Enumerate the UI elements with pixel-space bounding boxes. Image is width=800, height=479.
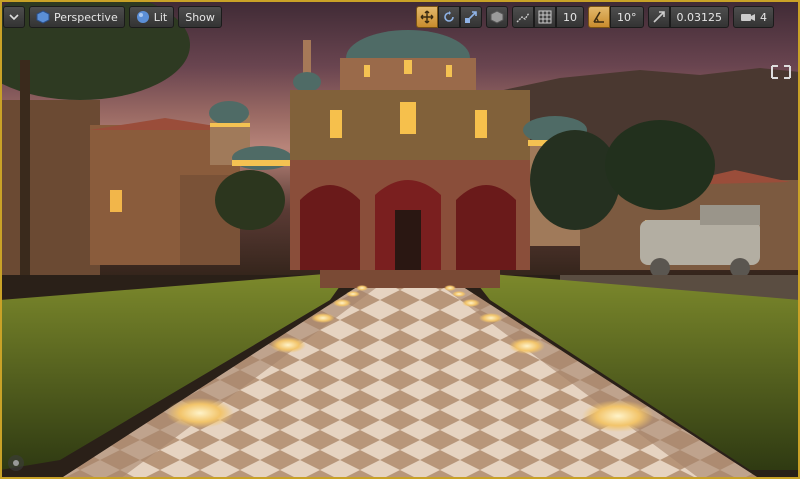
viewport-options-toolbar: Perspective Lit Show	[3, 6, 222, 28]
grid-snap-value[interactable]: 10	[556, 6, 584, 28]
viewport-menu-button[interactable]	[3, 6, 25, 28]
perspective-label: Perspective	[54, 10, 118, 24]
cube-icon	[36, 10, 50, 24]
lit-label: Lit	[153, 10, 168, 24]
transform-mode-group	[416, 6, 482, 28]
move-icon	[420, 10, 434, 24]
sphere-icon	[136, 10, 150, 24]
axis-gizmo	[8, 455, 24, 471]
show-button[interactable]: Show	[178, 6, 222, 28]
rotate-mode-button[interactable]	[438, 6, 460, 28]
surface-snap-button[interactable]	[512, 6, 534, 28]
transform-toolbar: 10 10° 0.03125 4	[416, 6, 774, 28]
maximize-icon	[768, 62, 794, 82]
left-building	[0, 100, 100, 280]
cube-icon	[490, 10, 504, 24]
scale-arrow-icon	[652, 10, 666, 24]
scale-snap-group: 0.03125	[647, 6, 729, 28]
camera-icon	[740, 11, 756, 23]
lit-button[interactable]: Lit	[128, 6, 175, 28]
scene-render	[0, 0, 800, 479]
maximize-viewport-button[interactable]	[768, 62, 796, 82]
rotate-icon	[442, 10, 456, 24]
chevron-down-icon	[9, 13, 19, 21]
scale-mode-button[interactable]	[460, 6, 482, 28]
angle-icon	[592, 10, 606, 24]
rotation-snap-toggle[interactable]	[588, 6, 610, 28]
world-local-toggle[interactable]	[486, 6, 508, 28]
perspective-button[interactable]: Perspective	[29, 6, 125, 28]
grid-icon	[538, 10, 552, 24]
show-label: Show	[185, 10, 215, 24]
surface-snap-icon	[516, 10, 530, 24]
rotation-snap-value[interactable]: 10°	[610, 6, 644, 28]
rotation-snap-group: 10°	[588, 6, 644, 28]
grid-snap-group: 10	[512, 6, 584, 28]
camera-speed-button[interactable]: 4	[733, 6, 774, 28]
scale-icon	[464, 10, 478, 24]
translate-mode-button[interactable]	[416, 6, 438, 28]
grid-snap-toggle[interactable]	[534, 6, 556, 28]
scale-snap-toggle[interactable]	[647, 6, 670, 28]
scale-snap-value[interactable]: 0.03125	[669, 6, 729, 28]
level-viewport[interactable]: Perspective Lit Show 10 10° 0.03125 4	[0, 0, 800, 479]
